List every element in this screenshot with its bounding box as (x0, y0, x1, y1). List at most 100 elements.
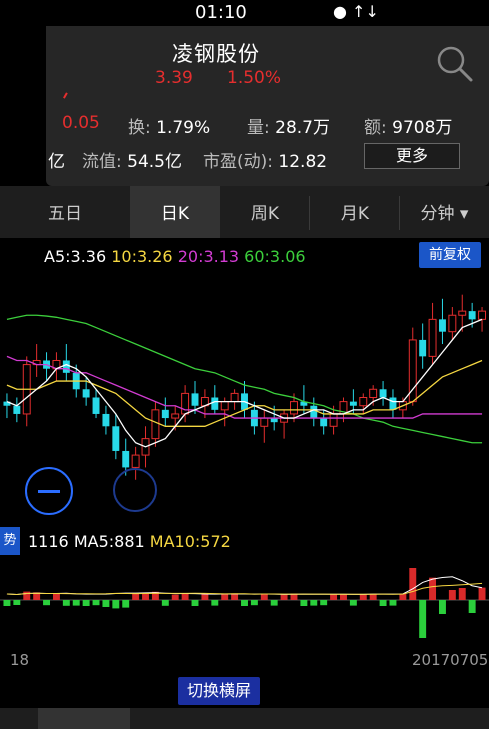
volume-bar (458, 588, 466, 600)
volume-bar (478, 587, 486, 600)
candle (260, 409, 269, 443)
indicator-tag[interactable]: 势 (0, 527, 20, 555)
ma60-legend: 60:3.06 (244, 247, 306, 266)
amount-value: 9708万 (392, 118, 453, 138)
status-time: 01:10 (195, 2, 247, 23)
candle-body (161, 409, 169, 419)
candle-body (310, 405, 318, 419)
search-icon[interactable] (435, 44, 475, 84)
candle-body (478, 310, 487, 320)
volume-bar (320, 600, 328, 606)
candle (438, 298, 446, 345)
volume-bar (112, 600, 120, 609)
volume-bar (132, 594, 140, 600)
volume-bar (161, 600, 169, 606)
pe-value: 12.82 (278, 152, 328, 172)
candle (43, 352, 51, 382)
candle-body (379, 389, 387, 398)
tab-weekly-k[interactable]: 周K (220, 186, 310, 238)
start-date-label: 18 (10, 651, 30, 669)
candle-body (428, 318, 437, 357)
candle-body (290, 401, 298, 415)
candle (161, 397, 169, 427)
ma20-legend: 20:3.13 (177, 247, 240, 266)
float-cap-value: 54.5亿 (127, 152, 182, 172)
tab-minute[interactable]: 分钟 ▾ (400, 186, 489, 238)
candle-body (62, 360, 70, 373)
candle (112, 413, 120, 460)
volume-ma5: MA5:881 (73, 532, 145, 551)
volume-bar (62, 600, 70, 606)
candle-body (329, 413, 338, 427)
volume-bar (369, 593, 377, 600)
zoom-out-button[interactable] (25, 467, 73, 515)
volume-bar (260, 593, 268, 600)
tab-monthly-k[interactable]: 月K (310, 186, 400, 238)
volume-bar (13, 600, 21, 605)
candle (408, 327, 417, 406)
candle (102, 405, 110, 435)
candle (13, 397, 21, 423)
candle-body (211, 397, 219, 410)
volume-bar (23, 591, 31, 600)
volume-bar (349, 600, 357, 606)
volume-bar (310, 600, 318, 606)
volume-bar (122, 600, 130, 608)
candle-body (359, 397, 368, 407)
candle (359, 393, 368, 414)
candle-body (131, 454, 140, 468)
volume-bar (211, 600, 219, 606)
landscape-toggle-button[interactable]: 切换横屏 (178, 677, 260, 705)
volume-bar (438, 600, 446, 614)
candle-body (419, 339, 427, 357)
volume-chart[interactable] (0, 552, 489, 640)
volume-bar (191, 600, 199, 606)
candle (478, 307, 487, 332)
candle (62, 344, 70, 382)
volume-bar (82, 600, 90, 606)
volume-bar (468, 600, 476, 613)
volume-bar (429, 577, 437, 600)
volume-bar (171, 594, 179, 600)
candle (151, 401, 160, 447)
turnover-label: 换: (128, 118, 151, 138)
candle (428, 302, 437, 365)
float-cap-label: 流值: (82, 152, 122, 172)
volume-bar (3, 600, 11, 606)
candle (280, 409, 289, 439)
ma10-legend: 10:3.26 (111, 247, 173, 266)
candle (230, 389, 239, 410)
bottom-tab-active[interactable] (38, 708, 130, 729)
volume-bar (379, 600, 387, 606)
volume-bar (300, 600, 308, 606)
candle (389, 389, 397, 419)
candle (22, 356, 31, 427)
volume-bar (43, 600, 51, 606)
amount-label: 额: (364, 118, 387, 138)
volume-bar (330, 594, 338, 600)
candle-body (112, 426, 120, 451)
candle-body (260, 417, 269, 427)
more-button[interactable]: 更多 (364, 143, 460, 169)
volume-bar (359, 594, 367, 600)
candle (310, 397, 318, 427)
tab-five-day[interactable]: 五日 (0, 186, 130, 238)
crosshair-cursor-icon[interactable] (113, 468, 157, 512)
stock-price: 3.39 (155, 68, 193, 88)
volume-bar (102, 600, 110, 607)
volume-bar (241, 600, 248, 606)
candle (211, 385, 219, 414)
change-amount: 0.05 (62, 113, 100, 133)
volume-bar (270, 600, 278, 606)
candle-body (171, 413, 180, 419)
period-tabs: 五日 日K 周K 月K 分钟 ▾ (0, 186, 489, 238)
forward-adjust-button[interactable]: 前复权 (419, 242, 481, 268)
tab-daily-k[interactable]: 日K (130, 186, 220, 238)
candlestick-chart[interactable] (0, 270, 489, 525)
candle-body (389, 397, 397, 410)
candle (448, 307, 457, 340)
ma5-legend: A5:3.36 (44, 247, 107, 266)
candle (3, 393, 11, 419)
candle (419, 323, 427, 369)
candle-body (349, 401, 357, 406)
